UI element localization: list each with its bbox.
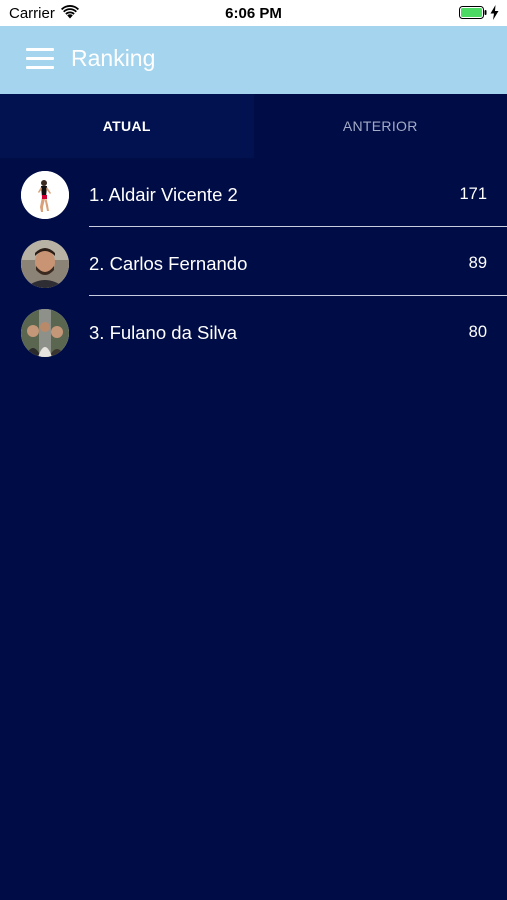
app-bar: Ranking: [0, 26, 507, 94]
tab-anterior[interactable]: ANTERIOR: [253, 94, 507, 158]
ranking-name: 1. Aldair Vicente 2: [89, 184, 238, 205]
battery-icon: [459, 6, 487, 19]
list-item[interactable]: 1. Aldair Vicente 2 171: [0, 158, 507, 227]
ranking-name: 2. Carlos Fernando: [89, 253, 248, 274]
ranking-name: 3. Fulano da Silva: [89, 322, 238, 343]
avatar-runner-photo: [21, 171, 69, 219]
ranking-tabs: ATUAL ANTERIOR: [0, 94, 507, 158]
page-title: Ranking: [71, 45, 156, 71]
avatar-group-photo: [21, 309, 69, 357]
tab-atual[interactable]: ATUAL: [0, 94, 254, 158]
avatar-man-photo: [21, 240, 69, 288]
ranking-score: 80: [468, 323, 487, 341]
status-bar: Carrier 6:06 PM: [0, 0, 507, 26]
tab-atual-label: ATUAL: [102, 118, 151, 134]
list-item[interactable]: 3. Fulano da Silva 80: [0, 296, 507, 365]
avatar: [21, 309, 69, 357]
hamburger-menu-icon[interactable]: [26, 48, 54, 70]
charging-bolt-icon: [490, 5, 499, 20]
ranking-score: 171: [459, 185, 487, 203]
avatar: [21, 240, 69, 288]
tab-anterior-label: ANTERIOR: [342, 118, 418, 134]
ranking-list: 1. Aldair Vicente 2 171 2. Carlos Fernan…: [0, 158, 507, 365]
avatar: [21, 171, 69, 219]
ranking-score: 89: [468, 254, 487, 272]
list-item[interactable]: 2. Carlos Fernando 89: [0, 227, 507, 296]
clock: 6:06 PM: [225, 5, 282, 22]
